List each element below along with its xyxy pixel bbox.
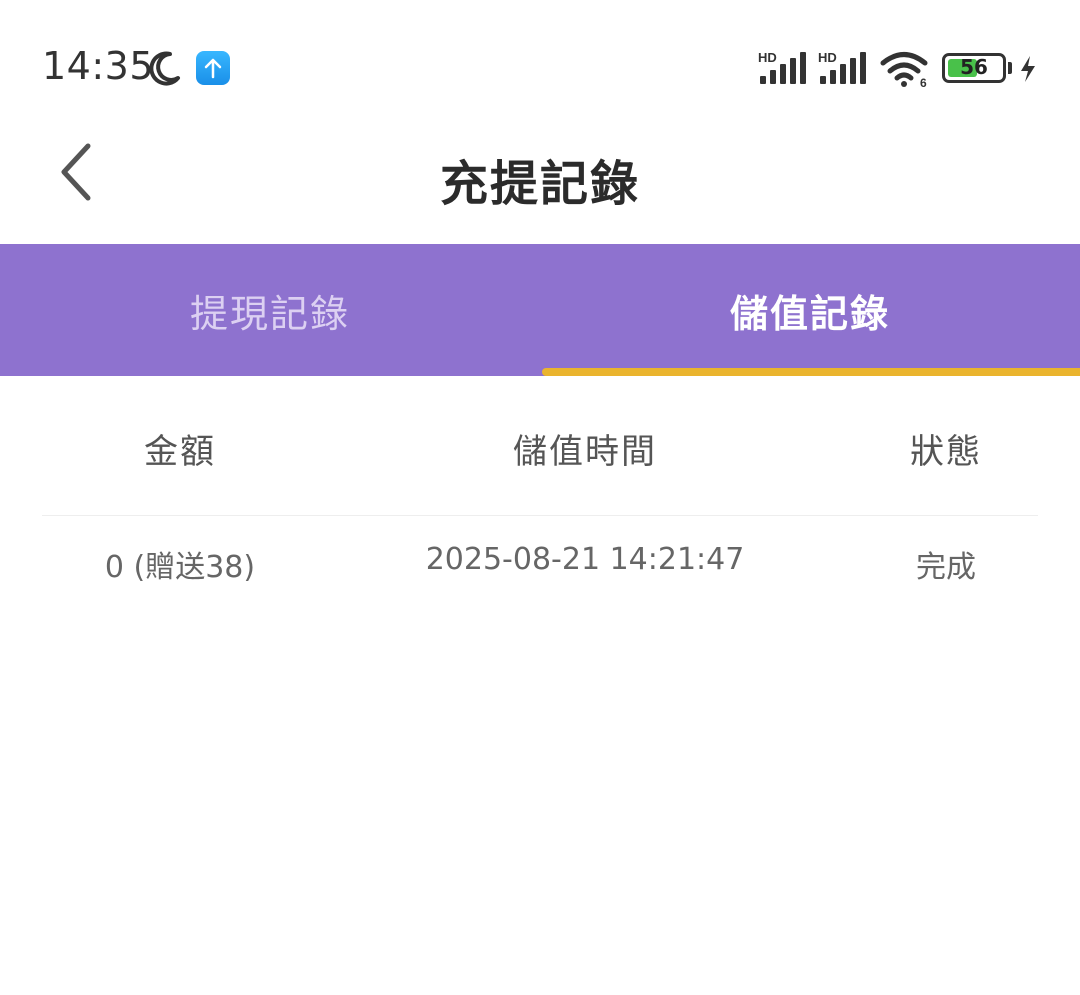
upload-icon bbox=[196, 51, 230, 85]
status-time: 14:35 bbox=[42, 44, 155, 88]
svg-text:HD: HD bbox=[758, 50, 777, 65]
svg-text:HD: HD bbox=[818, 50, 837, 65]
table-header: 金額 儲值時間 狀態 bbox=[0, 376, 1080, 516]
battery-level: 56 bbox=[960, 55, 988, 79]
tab-bar: 提現記錄 儲值記錄 bbox=[0, 244, 1080, 376]
column-header-status: 狀態 bbox=[910, 432, 982, 472]
active-tab-indicator bbox=[542, 368, 1080, 376]
status-bar: 14:35 HD HD 6 56 bbox=[0, 0, 1080, 130]
row-amount: 0 (贈送38) bbox=[104, 550, 256, 585]
moon-icon bbox=[149, 51, 180, 86]
column-header-time: 儲值時間 bbox=[513, 432, 657, 472]
battery-cap bbox=[1008, 62, 1012, 74]
charging-bolt-icon bbox=[1021, 56, 1035, 82]
table-row: 0 (贈送38) 2025-08-21 14:21:47 完成 bbox=[0, 516, 1080, 616]
wifi-icon: 6 bbox=[880, 52, 928, 88]
row-status: 完成 bbox=[916, 550, 976, 585]
page-title: 充提記錄 bbox=[439, 156, 640, 212]
battery-icon: 56 bbox=[942, 53, 1006, 83]
row-time: 2025-08-21 14:21:47 bbox=[425, 542, 745, 577]
signal-hd-icon: HD bbox=[758, 50, 806, 84]
svg-text:6: 6 bbox=[920, 76, 927, 88]
signal-hd-icon: HD bbox=[818, 50, 866, 84]
tab-deposit-records[interactable]: 儲值記錄 bbox=[540, 244, 1080, 376]
column-header-amount: 金額 bbox=[144, 432, 216, 472]
tab-withdrawal-records[interactable]: 提現記錄 bbox=[0, 244, 540, 376]
app-header: 充提記錄 bbox=[0, 130, 1080, 244]
